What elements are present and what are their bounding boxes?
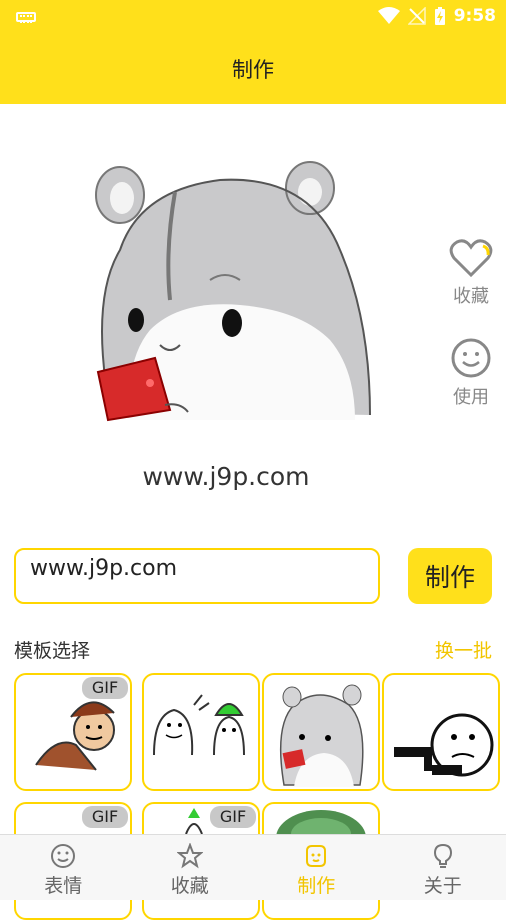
- tab-label: 制作: [297, 871, 335, 898]
- make-button[interactable]: 制作: [408, 548, 492, 604]
- tab-favorites[interactable]: 收藏: [127, 835, 254, 900]
- battery-charging-icon: [434, 6, 446, 26]
- make-icon: [303, 843, 329, 869]
- preview-image: [70, 140, 400, 440]
- caption-input[interactable]: www.j9p.com: [14, 548, 380, 604]
- keyboard-icon: [16, 12, 36, 22]
- template-section-label: 模板选择: [14, 636, 90, 663]
- tab-about[interactable]: 关于: [380, 835, 506, 900]
- status-icons: 9:58: [378, 6, 496, 26]
- use-button[interactable]: 使用: [446, 337, 496, 409]
- template-thumbnail: [384, 675, 498, 789]
- gif-badge: GIF: [210, 806, 256, 828]
- template-tile[interactable]: [142, 673, 260, 791]
- use-label: 使用: [453, 383, 489, 409]
- wifi-icon: [378, 7, 400, 25]
- tab-label: 关于: [424, 871, 462, 898]
- template-tile[interactable]: [262, 673, 380, 791]
- tab-make[interactable]: 制作: [253, 835, 380, 900]
- tab-emoji[interactable]: 表情: [0, 835, 127, 900]
- gif-badge: GIF: [82, 806, 128, 828]
- status-bar: 9:58: [0, 0, 506, 34]
- star-icon: [177, 843, 203, 869]
- template-tile[interactable]: [382, 673, 500, 791]
- refresh-templates-button[interactable]: 换一批: [435, 636, 492, 663]
- page-title: 制作: [232, 54, 274, 84]
- smile-icon: [450, 337, 492, 379]
- status-time: 9:58: [454, 6, 496, 26]
- no-signal-icon: [408, 7, 426, 25]
- template-thumbnail: [144, 675, 258, 789]
- tab-label: 收藏: [171, 871, 209, 898]
- app-bar: 制作: [0, 34, 506, 104]
- tab-label: 表情: [44, 871, 82, 898]
- bulb-icon: [430, 843, 456, 869]
- template-tile[interactable]: GIF: [14, 673, 132, 791]
- bottom-tab-bar: 表情 收藏 制作 关于: [0, 834, 506, 900]
- preview-caption: www.j9p.com: [0, 462, 452, 491]
- smile-icon: [50, 843, 76, 869]
- template-thumbnail: [264, 675, 378, 789]
- heart-icon: [449, 238, 493, 278]
- favorite-button[interactable]: 收藏: [446, 238, 496, 308]
- favorite-label: 收藏: [453, 282, 489, 308]
- gif-badge: GIF: [82, 677, 128, 699]
